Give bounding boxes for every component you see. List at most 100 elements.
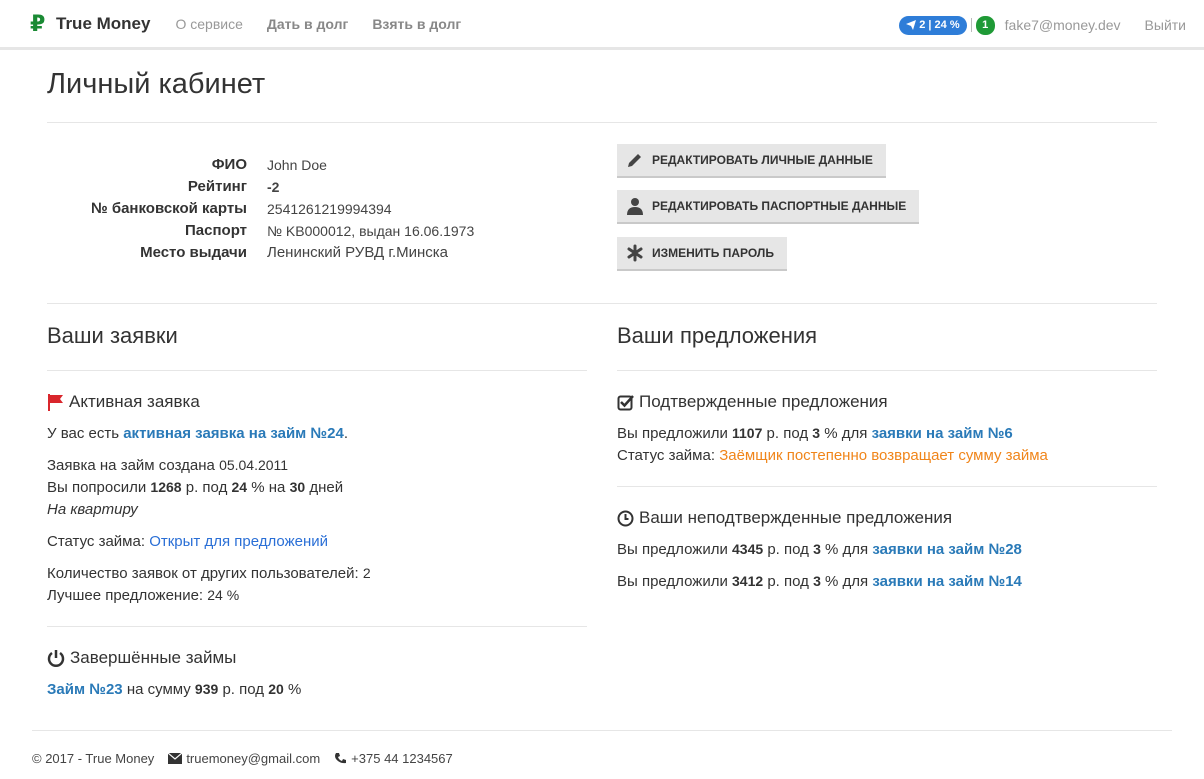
profile-values: John Doe -2 2541261219994394 № KB000012,…	[267, 154, 474, 264]
check-square-icon	[617, 394, 634, 410]
value-rating: -2	[267, 179, 280, 195]
confirmed-heading: Подтвержденные предложения	[617, 392, 888, 412]
stats-pill[interactable]: 2 | 24 %	[899, 15, 967, 35]
ruble-icon: ₽	[30, 10, 46, 36]
asked-days: 30	[289, 479, 306, 495]
best-line: Лучшее предложение: 24 %	[47, 587, 239, 604]
footer-email: truemoney@gmail.com	[186, 751, 321, 766]
footer-phone: +375 44 1234567	[351, 751, 453, 766]
footer-divider	[32, 730, 1172, 731]
notification-badge[interactable]: 1	[975, 15, 995, 35]
unconfirmed-offer-link[interactable]: заявки на займ №28	[872, 541, 1022, 558]
active-request-title: Активная заявка	[69, 392, 200, 411]
change-password-label: ИЗМЕНИТЬ ПАРОЛЬ	[652, 246, 774, 260]
completed-line: Займ №23 на сумму 939 р. под 20 %	[47, 681, 301, 698]
pencil-icon	[628, 154, 641, 167]
text: р. под	[222, 681, 265, 698]
clock-icon	[617, 510, 634, 526]
text: Вы предложили	[617, 541, 728, 558]
logout-link[interactable]: Выйти	[1145, 17, 1186, 33]
text: %	[287, 681, 302, 698]
text: У вас есть	[47, 425, 120, 442]
created-line: Заявка на займ создана 05.04.2011	[47, 457, 288, 474]
count-value: 2	[362, 565, 371, 581]
text: Вы предложили	[617, 425, 728, 442]
nav-about[interactable]: О сервисе	[175, 16, 242, 32]
footer-phone-item[interactable]: +375 44 1234567	[334, 751, 453, 766]
completed-amount: 939	[194, 681, 219, 697]
footer-copyright: © 2017 - True Money	[32, 751, 155, 766]
divider	[47, 122, 1157, 123]
completed-loan-link[interactable]: Займ №23	[47, 681, 123, 698]
unconfirmed-heading: Ваши неподтвержденные предложения	[617, 508, 952, 528]
offers-title: Ваши предложения	[617, 323, 818, 348]
text: Количество заявок от других пользователе…	[47, 565, 359, 582]
text: на сумму	[126, 681, 191, 698]
text: % для	[825, 541, 869, 558]
count-line: Количество заявок от других пользователе…	[47, 565, 371, 582]
change-password-button[interactable]: ИЗМЕНИТЬ ПАРОЛЬ	[617, 237, 787, 271]
confirmed-status-line: Статус займа: Заёмщик постепенно возвращ…	[617, 447, 1048, 464]
text: Лучшее предложение:	[47, 587, 204, 604]
nav-lend[interactable]: Дать в долг	[267, 16, 348, 32]
value-issued: Ленинский РУВД г.Минска	[267, 244, 449, 261]
envelope-icon	[168, 753, 183, 764]
completed-heading: Завершённые займы	[47, 648, 236, 668]
user-icon	[627, 198, 643, 215]
phone-icon	[335, 753, 347, 764]
status-line: Статус займа: Открыт для предложений	[47, 533, 328, 550]
requests-title: Ваши заявки	[47, 323, 178, 348]
text: р. под	[767, 541, 809, 558]
offer-rate: 3	[812, 425, 821, 441]
text: .	[343, 425, 349, 442]
unconfirmed-title: Ваши неподтвержденные предложения	[639, 508, 953, 527]
divider	[47, 626, 587, 627]
unconfirmed-offer-line: Вы предложили 3412 р. под 3 % для заявки…	[617, 573, 1022, 590]
text: Вы предложили	[617, 573, 728, 590]
user-email[interactable]: fake7@money.dev	[1005, 17, 1121, 33]
unconfirmed-offer-line: Вы предложили 4345 р. под 3 % для заявки…	[617, 541, 1022, 558]
unconfirmed-offer-link[interactable]: заявки на займ №14	[872, 573, 1022, 590]
label-card: № банковской карты	[90, 200, 247, 217]
best-value: 24 %	[207, 587, 240, 603]
edit-personal-button[interactable]: РЕДАКТИРОВАТЬ ЛИЧНЫЕ ДАННЫЕ	[617, 144, 886, 178]
divider	[47, 370, 587, 371]
edit-personal-label: РЕДАКТИРОВАТЬ ЛИЧНЫЕ ДАННЫЕ	[652, 153, 873, 167]
offer-amount: 1107	[732, 425, 763, 441]
text: Вы попросили	[47, 479, 147, 496]
status-value[interactable]: Открыт для предложений	[149, 533, 328, 550]
brand-name: True Money	[56, 13, 151, 33]
page-title: Личный кабинет	[47, 68, 266, 100]
asked-amount: 1268	[150, 479, 182, 495]
value-name: John Doe	[267, 157, 327, 173]
asterisk-icon	[627, 244, 643, 262]
asked-rate: 24	[231, 479, 248, 495]
completed-title: Завершённые займы	[70, 648, 237, 667]
nav-borrow[interactable]: Взять в долг	[372, 16, 461, 32]
confirmed-title: Подтвержденные предложения	[639, 392, 888, 411]
active-request-line: У вас есть активная заявка на займ №24.	[47, 425, 348, 442]
confirmed-offer-line: Вы предложили 1107 р. под 3 % для заявки…	[617, 425, 1013, 442]
text: р. под	[767, 573, 809, 590]
brand[interactable]: ₽ True Money	[30, 10, 151, 36]
text: р. под	[185, 479, 228, 496]
active-request-link[interactable]: активная заявка на займ №24	[123, 425, 344, 442]
edit-passport-label: РЕДАКТИРОВАТЬ ПАСПОРТНЫЕ ДАННЫЕ	[652, 199, 907, 213]
asked-line: Вы попросили 1268 р. под 24 % на 30 дней	[47, 479, 343, 496]
send-icon	[906, 20, 917, 30]
completed-rate: 20	[268, 681, 284, 697]
footer-email-item[interactable]: truemoney@gmail.com	[168, 751, 320, 766]
text: р. под	[766, 425, 809, 442]
label-passport: Паспорт	[185, 222, 247, 239]
label-name: ФИО	[211, 156, 247, 173]
created-date: 05.04.2011	[219, 457, 289, 473]
stats-pill-text: 2 | 24 %	[919, 19, 960, 31]
edit-passport-button[interactable]: РЕДАКТИРОВАТЬ ПАСПОРТНЫЕ ДАННЫЕ	[617, 190, 920, 224]
divider	[970, 18, 972, 32]
offer-rate: 3	[813, 541, 821, 557]
navbar: ₽ True Money О сервисе Дать в долг Взять…	[0, 0, 1204, 50]
text: дней	[309, 479, 344, 496]
text: Статус займа:	[47, 533, 146, 550]
nav-right: 2 | 24 % 1 fake7@money.dev Выйти	[899, 0, 1186, 50]
confirmed-offer-link[interactable]: заявки на займ №6	[872, 425, 1013, 442]
